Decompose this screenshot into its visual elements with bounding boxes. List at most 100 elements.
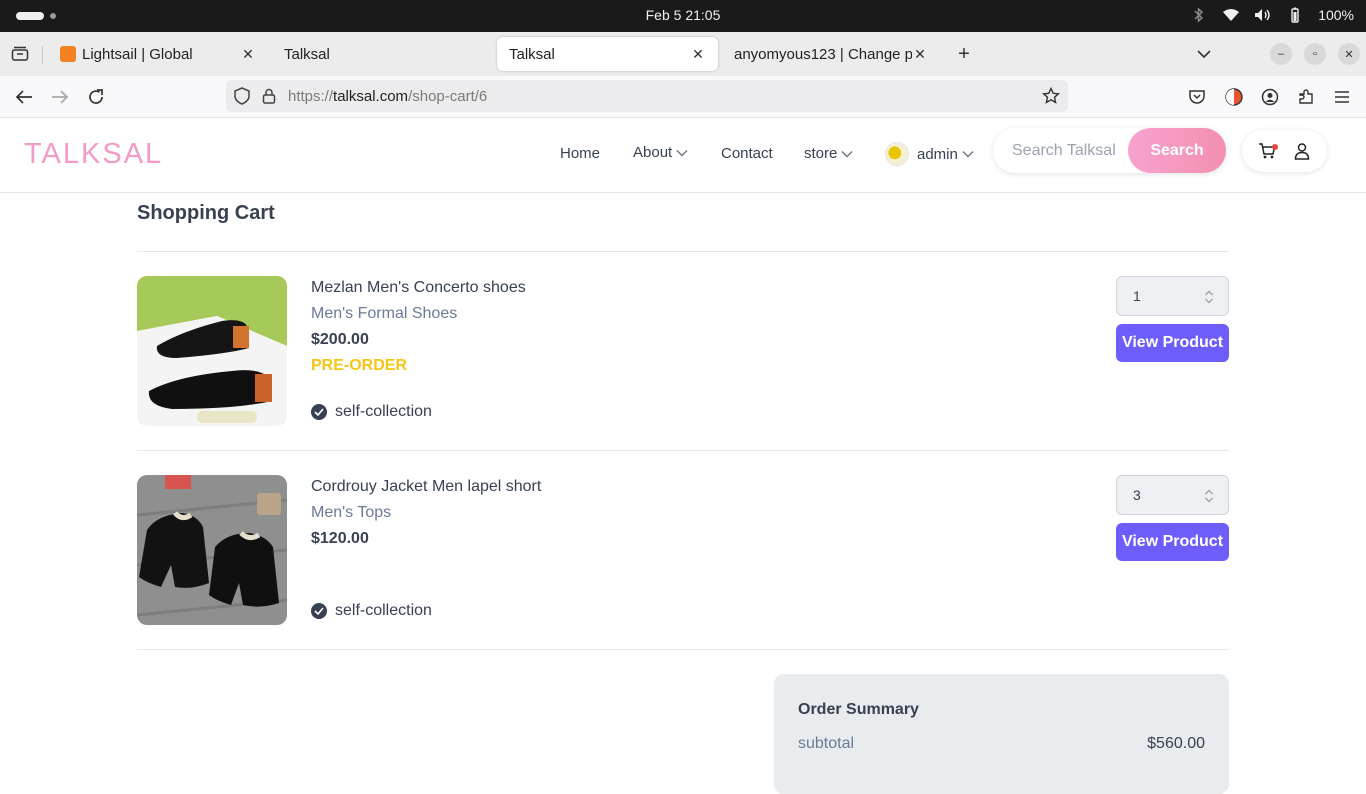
- chevron-down-icon: [676, 147, 688, 159]
- product-name[interactable]: Mezlan Men's Concerto shoes: [311, 279, 526, 297]
- url-bar[interactable]: https://talksal.com/shop-cart/6: [226, 80, 1068, 112]
- new-tab-icon[interactable]: +: [954, 43, 974, 65]
- product-image-jacket[interactable]: [137, 475, 287, 625]
- check-circle-icon: [311, 404, 327, 420]
- os-clock[interactable]: Feb 5 21:05: [0, 7, 1366, 23]
- back-icon[interactable]: [13, 86, 35, 108]
- subtotal-value: $560.00: [1147, 735, 1205, 752]
- preorder-badge: PRE-ORDER: [311, 357, 408, 374]
- avatar: [885, 142, 909, 166]
- divider: [137, 649, 1229, 650]
- tab-label: anyomyous123 | Change pro: [734, 45, 912, 63]
- product-category: Men's Tops: [311, 504, 392, 521]
- minimize-icon[interactable]: –: [1270, 43, 1292, 65]
- product-image-shoes[interactable]: [137, 276, 287, 426]
- browser-nav-bar: https://talksal.com/shop-cart/6: [0, 76, 1366, 118]
- user-icon[interactable]: [1292, 141, 1312, 161]
- close-tab-icon[interactable]: ✕: [240, 46, 256, 62]
- tab-label: Lightsail | Global: [82, 45, 193, 63]
- nav-store-label: store: [804, 145, 838, 162]
- quantity-value: 3: [1133, 487, 1141, 503]
- pocket-icon[interactable]: [1186, 86, 1208, 108]
- chevron-down-icon: [841, 148, 853, 160]
- nav-about[interactable]: About: [633, 144, 688, 161]
- close-tab-icon[interactable]: ✕: [690, 46, 706, 62]
- divider: [137, 450, 1229, 451]
- site-search: Search: [993, 128, 1226, 173]
- url-scheme: https://: [288, 88, 334, 105]
- quantity-select[interactable]: 1: [1116, 276, 1229, 316]
- tab-label: Talksal: [509, 45, 555, 63]
- delivery-label: self-collection: [335, 403, 432, 420]
- tab-anyomyous[interactable]: anyomyous123 | Change pro ✕: [722, 37, 940, 71]
- os-top-bar: Feb 5 21:05 100%: [0, 0, 1366, 32]
- nav-store[interactable]: store: [804, 145, 853, 162]
- tab-talksal-1[interactable]: Talksal: [272, 37, 492, 71]
- product-category: Men's Formal Shoes: [311, 305, 458, 322]
- order-summary: Order Summary subtotal $560.00: [774, 674, 1229, 794]
- nav-about-label: About: [633, 144, 673, 161]
- product-price: $120.00: [311, 530, 369, 547]
- nav-contact[interactable]: Contact: [721, 145, 773, 162]
- url-text[interactable]: https://talksal.com/shop-cart/6: [288, 88, 487, 105]
- check-circle-icon: [311, 603, 327, 619]
- site-header: TALKSAL Home About Contact store admin S…: [0, 118, 1366, 193]
- url-host: talksal.com: [333, 88, 409, 105]
- view-product-button[interactable]: View Product: [1116, 324, 1229, 362]
- nav-contact-label: Contact: [721, 145, 773, 162]
- view-product-button[interactable]: View Product: [1116, 523, 1229, 561]
- cart-item: Cordrouy Jacket Men lapel short Men's To…: [137, 475, 1229, 625]
- page-title: Shopping Cart: [137, 202, 275, 224]
- cart-item: Mezlan Men's Concerto shoes Men's Formal…: [137, 276, 1229, 426]
- close-tab-icon[interactable]: ✕: [912, 46, 928, 62]
- nav-user-menu[interactable]: admin: [885, 142, 974, 166]
- site-logo[interactable]: TALKSAL: [24, 138, 163, 171]
- tab-lightsail[interactable]: Lightsail | Global ✕: [48, 37, 268, 71]
- product-price: $200.00: [311, 331, 369, 348]
- url-path: /shop-cart/6: [408, 88, 488, 105]
- cart-icon[interactable]: [1257, 141, 1278, 161]
- nav-home[interactable]: Home: [560, 145, 600, 162]
- lock-icon[interactable]: [259, 86, 279, 106]
- wifi-icon: [1222, 6, 1240, 24]
- chevron-updown-icon: [1205, 489, 1213, 503]
- extension-color-icon[interactable]: [1223, 86, 1245, 108]
- system-tray[interactable]: 100%: [1190, 6, 1354, 24]
- tab-talksal-active[interactable]: Talksal ✕: [497, 37, 718, 71]
- lightsail-favicon-icon: [60, 46, 76, 62]
- product-name[interactable]: Cordrouy Jacket Men lapel short: [311, 478, 541, 496]
- battery-icon: [1286, 6, 1304, 24]
- nav-user-label: admin: [917, 145, 958, 163]
- account-icon[interactable]: [1259, 86, 1281, 108]
- volume-icon: [1254, 6, 1272, 24]
- delivery-method: self-collection: [311, 403, 432, 421]
- reload-icon[interactable]: [85, 86, 107, 108]
- header-icon-group: [1242, 130, 1327, 172]
- tab-list-chevron-icon[interactable]: [1194, 44, 1214, 64]
- order-summary-title: Order Summary: [798, 701, 919, 718]
- browser-tab-strip: Lightsail | Global ✕ Talksal Talksal ✕ a…: [0, 32, 1366, 76]
- tracking-shield-icon[interactable]: [232, 86, 252, 106]
- close-window-icon[interactable]: ✕: [1338, 43, 1360, 65]
- subtotal-label: subtotal: [798, 735, 855, 752]
- divider: [137, 251, 1229, 252]
- nav-home-label: Home: [560, 145, 601, 162]
- quantity-select[interactable]: 3: [1116, 475, 1229, 515]
- battery-percent: 100%: [1318, 7, 1354, 23]
- forward-icon[interactable]: [49, 86, 71, 108]
- delivery-method: self-collection: [311, 602, 432, 620]
- chevron-down-icon: [962, 148, 974, 160]
- bookmark-star-icon[interactable]: [1041, 86, 1061, 106]
- search-input[interactable]: [993, 128, 1128, 173]
- tab-label: Talksal: [284, 45, 330, 63]
- extensions-puzzle-icon[interactable]: [1295, 86, 1317, 108]
- hamburger-menu-icon[interactable]: [1331, 86, 1353, 108]
- tab-overview-icon[interactable]: [10, 44, 30, 64]
- maximize-icon[interactable]: ▫: [1304, 43, 1326, 65]
- delivery-label: self-collection: [335, 602, 432, 619]
- chevron-updown-icon: [1205, 290, 1213, 304]
- cart-notification-dot: [1272, 144, 1278, 150]
- search-button[interactable]: Search: [1128, 128, 1226, 173]
- quantity-value: 1: [1133, 288, 1141, 304]
- bluetooth-icon: [1190, 6, 1208, 24]
